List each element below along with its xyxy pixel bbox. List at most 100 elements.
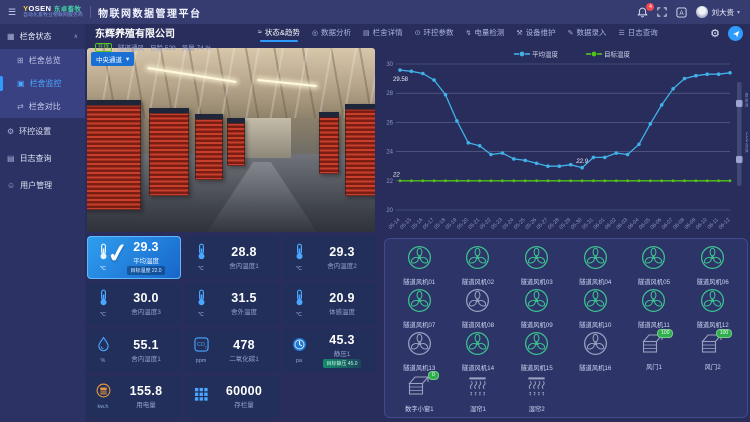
sidebar-item-2[interactable]: ▤日志查询 <box>0 145 85 172</box>
svg-text:CO2浓度: CO2浓度 <box>744 132 748 153</box>
device-label: 隧道风机01 <box>403 277 435 286</box>
device-label: 隧道风机07 <box>403 320 435 329</box>
device-fan-1[interactable]: 隧道风机01 <box>391 245 448 286</box>
avatar <box>696 6 708 18</box>
tab-icon: ☰ <box>619 29 625 37</box>
tab-label: 设备维护 <box>526 27 556 38</box>
device-fan-2[interactable]: 隧道风机02 <box>450 245 507 286</box>
fan-icon <box>524 331 549 361</box>
tab-7[interactable]: ✎数据录入 <box>568 27 607 41</box>
metric-card-2[interactable]: ℃28.8舍内温度1 <box>185 236 279 279</box>
sidebar-subitem-1[interactable]: ⊞栏舍总览 <box>0 49 85 72</box>
device-label: 隧道风机08 <box>462 320 494 329</box>
assistant-button[interactable] <box>728 26 743 41</box>
metric-card-3[interactable]: ℃29.3舍内温度2 <box>283 236 377 279</box>
metric-value: 20.9 <box>329 291 355 305</box>
svg-text:2: 2 <box>204 345 206 349</box>
device-damper-18[interactable]: 100风门2 <box>684 331 741 372</box>
user-menu[interactable]: 刘大贵 ▾ <box>696 6 740 18</box>
metric-label: 存栏量 <box>234 399 254 409</box>
cage-rack <box>319 112 339 174</box>
svg-text:平均温度: 平均温度 <box>532 50 559 59</box>
device-fan-9[interactable]: 隧道风机09 <box>508 288 565 329</box>
tab-8[interactable]: ☰日志查询 <box>619 27 658 41</box>
tab-icon: ▤ <box>363 29 370 37</box>
metric-card-4[interactable]: ℃30.0舍内温度3 <box>87 283 181 326</box>
device-curtain-21[interactable]: 湿帘2 <box>508 374 565 413</box>
device-fan-16[interactable]: 隧道风机16 <box>567 331 624 372</box>
device-label: 隧道风机02 <box>462 277 494 286</box>
svg-text:05-21: 05-21 <box>467 217 481 231</box>
metric-card-9[interactable]: pa45.3静压1目标静压 45.0 <box>283 329 377 372</box>
device-damper-19[interactable]: 0数字小窗1 <box>391 374 448 413</box>
device-fan-8[interactable]: 隧道风机08 <box>450 288 507 329</box>
tab-3[interactable]: ▤栏舍详情 <box>363 27 403 41</box>
fullscreen-icon[interactable] <box>657 7 667 17</box>
svg-text:05-25: 05-25 <box>513 217 527 231</box>
sidebar-subitem-2[interactable]: ▣栏舍监控 <box>0 72 85 95</box>
tab-label: 栏舍详情 <box>373 27 403 38</box>
metric-card-8[interactable]: CO2ppm478二氧化碳1 <box>185 329 279 372</box>
device-label: 隧道风机06 <box>697 277 729 286</box>
camera-select-dropdown[interactable]: 中央通道 ▾ <box>91 52 134 66</box>
metric-unit: ppm <box>196 358 207 364</box>
sidebar-item-1[interactable]: ⚙环控设置 <box>0 118 85 145</box>
settings-gear-icon[interactable]: ⚙ <box>710 27 720 40</box>
metric-label: 舍内温度2 <box>327 260 357 270</box>
tab-4[interactable]: ⊙环控参数 <box>415 27 454 41</box>
tab-bar: ≈状态&趋势 ◎数据分析 ▤栏舍详情 ⊙环控参数 ↯电量检测 ⚒设备维护 ✎数据录入 ☰日志查… <box>258 27 658 41</box>
fan-icon <box>524 288 549 318</box>
device-fan-6[interactable]: 隧道风机06 <box>684 245 741 286</box>
sidebar-item-label: 用户管理 <box>20 180 52 191</box>
device-fan-14[interactable]: 隧道风机14 <box>450 331 507 372</box>
tab-2[interactable]: ◎数据分析 <box>312 27 351 41</box>
tab-6[interactable]: ⚒设备维护 <box>516 27 555 41</box>
device-fan-7[interactable]: 隧道风机07 <box>391 288 448 329</box>
device-fan-11[interactable]: 隧道风机11 <box>626 288 683 329</box>
tab-label: 数据分析 <box>321 27 351 38</box>
cage-rack <box>149 108 189 196</box>
metric-card-5[interactable]: ℃31.5舍外温度 <box>185 283 279 326</box>
svg-text:06-01: 06-01 <box>593 217 607 231</box>
notification-count-badge: 4 <box>646 3 654 11</box>
tab-1[interactable]: ≈状态&趋势 <box>258 27 300 41</box>
metric-card-1[interactable]: ℃29.3平均温度目标温度 22.0✓ <box>87 236 181 279</box>
sidebar-group-barn-status[interactable]: ▦栏舍状态∧ <box>0 24 85 49</box>
device-fan-12[interactable]: 隧道风机12 <box>684 288 741 329</box>
metric-label: 用电量 <box>136 399 156 409</box>
device-damper-17[interactable]: 100风门1 <box>626 331 683 372</box>
metric-card-11[interactable]: 60000存栏量 <box>185 376 279 419</box>
device-fan-5[interactable]: 隧道风机05 <box>626 245 683 286</box>
metric-label: 二氧化碳1 <box>229 353 259 363</box>
sidebar: ▦栏舍状态∧⊞栏舍总览▣栏舍监控⇄栏舍对比⚙环控设置▤日志查询 ☺ 用户管理 <box>0 24 85 422</box>
fan-icon <box>407 245 432 275</box>
language-icon[interactable]: A <box>676 7 687 18</box>
metric-card-6[interactable]: ℃20.9体感温度 <box>283 283 377 326</box>
gauge-icon <box>292 337 307 357</box>
tab-5[interactable]: ↯电量检测 <box>465 27 504 41</box>
logo-text: OSEN <box>28 4 51 13</box>
device-fan-15[interactable]: 隧道风机15 <box>508 331 565 372</box>
sidebar-item-icon: ☺ <box>7 181 15 190</box>
svg-text:06-09: 06-09 <box>684 217 698 231</box>
device-fan-10[interactable]: 隧道风机10 <box>567 288 624 329</box>
device-fan-13[interactable]: 隧道风机13 <box>391 331 448 372</box>
sidebar-item-3[interactable]: ☺ 用户管理 <box>0 172 85 199</box>
metric-value: 31.5 <box>231 291 257 305</box>
device-fan-4[interactable]: 隧道风机04 <box>567 245 624 286</box>
sidebar-collapse-icon[interactable]: ☰ <box>8 7 16 18</box>
sidebar-subitem-3[interactable]: ⇄栏舍对比 <box>0 95 85 118</box>
user-name: 刘大贵 <box>711 7 734 18</box>
metric-unit: ℃ <box>296 266 302 272</box>
metric-card-10[interactable]: kw.h155.8用电量 <box>87 376 181 419</box>
device-curtain-20[interactable]: 湿帘1 <box>450 374 507 413</box>
svg-text:22: 22 <box>386 179 393 185</box>
notification-bell-icon[interactable]: 4 <box>637 7 648 18</box>
svg-text:28: 28 <box>386 91 393 97</box>
metric-value: 45.3 <box>329 333 355 347</box>
metric-card-7[interactable]: %55.1舍内湿度1 <box>87 329 181 372</box>
svg-text:05-24: 05-24 <box>502 217 516 231</box>
device-fan-3[interactable]: 隧道风机03 <box>508 245 565 286</box>
barn-status-icon: ▦ <box>7 32 15 41</box>
ventilation-mode: 隧道通风 <box>118 42 144 52</box>
